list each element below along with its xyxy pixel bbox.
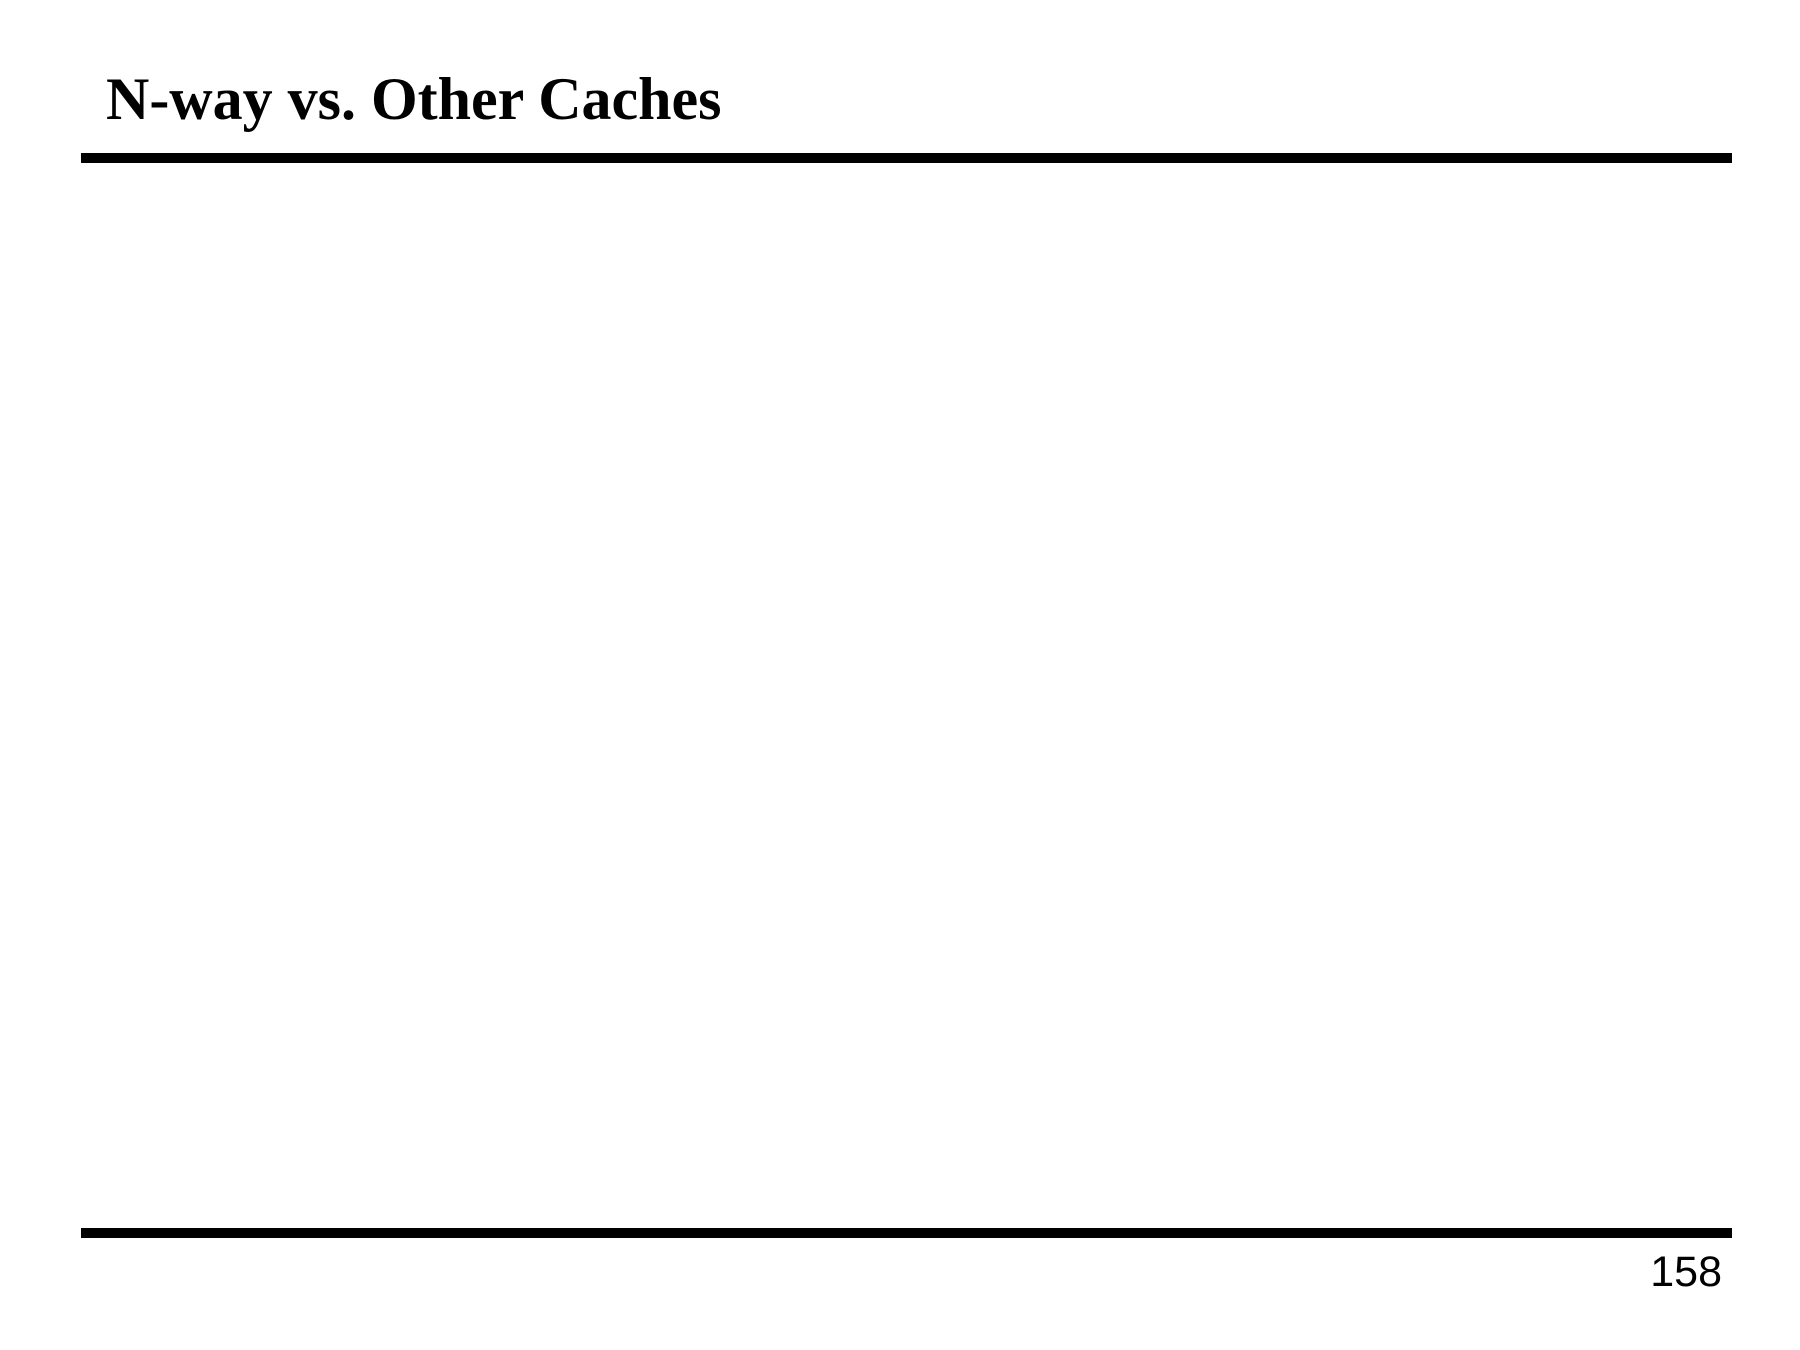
page-number: 158	[1650, 1248, 1722, 1296]
slide-title: N-way vs. Other Caches	[106, 66, 722, 132]
slide: N-way vs. Other Caches 158	[0, 0, 1800, 1350]
footer-divider	[81, 1228, 1732, 1238]
slide-content-area	[81, 175, 1732, 1215]
title-divider	[81, 153, 1732, 163]
